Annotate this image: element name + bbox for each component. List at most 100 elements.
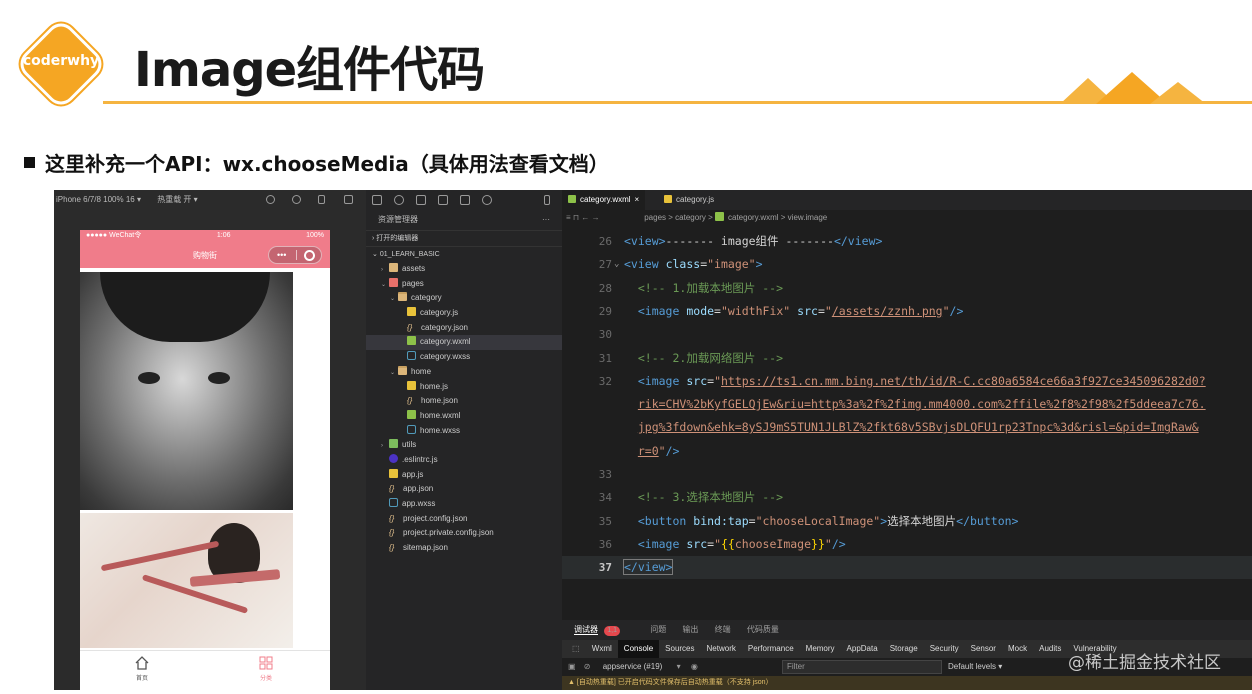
code-line[interactable]: 34 <!-- 3.选择本地图片 -->: [562, 486, 1252, 509]
explorer-title-label: 资源管理器: [378, 215, 418, 224]
code-line[interactable]: 29 <image mode="widthFix" src="/assets/z…: [562, 300, 1252, 323]
extensions-icon[interactable]: [438, 195, 448, 205]
tree-item-label: home.json: [421, 396, 458, 406]
more-dots-icon[interactable]: •••: [277, 247, 286, 263]
tree-item[interactable]: {} project.config.json: [366, 512, 562, 527]
devtools-tab[interactable]: Security: [924, 640, 965, 658]
tree-item[interactable]: ⌄ category: [366, 291, 562, 306]
code-editor: category.wxml × category.js ≡ ⊓ ← → pages…: [562, 190, 1252, 620]
photo-hair: [100, 272, 270, 342]
crumb-category[interactable]: category: [675, 213, 706, 222]
search-icon[interactable]: [394, 195, 404, 205]
record-icon[interactable]: [266, 195, 275, 204]
tree-item[interactable]: {} app.json: [366, 482, 562, 497]
debug-icon[interactable]: [460, 195, 470, 205]
tree-item[interactable]: › utils: [366, 438, 562, 453]
tree-item[interactable]: {} home.json: [366, 394, 562, 409]
levels-select[interactable]: Default levels ▾: [948, 658, 1002, 676]
devtools-tab[interactable]: Memory: [800, 640, 841, 658]
devtools-header: 调试器 1,1 问题 输出 终端 代码质量: [562, 620, 1252, 640]
quality-tab[interactable]: 代码质量: [747, 625, 779, 634]
code-line[interactable]: jpg%3fdown&ehk=8ySJ9mS5TUN1JLBlZ%2fkt68v…: [562, 416, 1252, 439]
tree-item[interactable]: {} category.json: [366, 321, 562, 336]
code-line[interactable]: 37 </view>: [562, 556, 1252, 580]
devtools-tab[interactable]: Sensor: [965, 640, 1002, 658]
code-line[interactable]: r=0"/>: [562, 440, 1252, 463]
phone-icon[interactable]: [318, 195, 325, 204]
terminal-tab[interactable]: 终端: [715, 625, 731, 634]
context-select[interactable]: appservice (#19): [603, 662, 663, 671]
open-editors-section[interactable]: › 打开的编辑器: [366, 230, 562, 246]
code-line[interactable]: 27 ⌄ <view class="image">: [562, 253, 1252, 276]
tree-item[interactable]: app.wxss: [366, 497, 562, 512]
tree-item-label: category.wxml: [420, 337, 471, 347]
tab-home[interactable]: 首页: [112, 655, 172, 682]
fold-icon[interactable]: ⌄: [614, 253, 619, 276]
debugger-tab[interactable]: 调试器: [574, 625, 598, 635]
devtools-tab[interactable]: Mock: [1002, 640, 1033, 658]
breadcrumb-nav-icons[interactable]: ≡ ⊓ ← →: [566, 210, 642, 226]
window-icon[interactable]: [344, 195, 353, 204]
tree-item[interactable]: › assets: [366, 262, 562, 277]
devtools-tab[interactable]: Performance: [742, 640, 800, 658]
devtools-tab[interactable]: AppData: [841, 640, 884, 658]
code-line[interactable]: 35 <button bind:tap="chooseLocalImage">选…: [562, 510, 1252, 533]
files-icon[interactable]: [372, 195, 382, 205]
crumb-file[interactable]: category.wxml: [728, 213, 779, 222]
devtools-tab[interactable]: Network: [701, 640, 742, 658]
tree-item[interactable]: category.wxml: [366, 335, 562, 351]
devtools-tab[interactable]: Storage: [884, 640, 924, 658]
devtools-tab[interactable]: Wxml: [586, 640, 618, 658]
tree-item[interactable]: ⌄ home: [366, 365, 562, 380]
problems-tab[interactable]: 问题: [650, 625, 666, 634]
clear-console-icon[interactable]: ⊘: [584, 662, 591, 671]
code-line[interactable]: 31 <!-- 2.加载网络图片 -->: [562, 347, 1252, 370]
tree-item[interactable]: home.wxml: [366, 409, 562, 424]
context-caret-icon: ▾: [676, 662, 681, 671]
eye-icon[interactable]: ◉: [691, 662, 698, 671]
stop-icon[interactable]: [292, 195, 301, 204]
source-control-icon[interactable]: [416, 195, 426, 205]
line-number: 26: [598, 235, 612, 248]
tree-item[interactable]: {} project.private.config.json: [366, 526, 562, 541]
crumb-pages[interactable]: pages: [644, 213, 666, 222]
output-tab[interactable]: 输出: [682, 625, 698, 634]
tab-category[interactable]: 分类: [236, 655, 296, 682]
console-sidebar-icon[interactable]: ▣: [568, 662, 576, 671]
close-tab-icon[interactable]: ×: [635, 195, 640, 204]
tree-item[interactable]: home.wxss: [366, 424, 562, 439]
code-text: <button bind:tap="chooseLocalImage">选择本地…: [637, 513, 1019, 528]
devtools-tab[interactable]: Console: [617, 640, 660, 658]
wechat-capsule[interactable]: •••: [268, 246, 322, 264]
project-section[interactable]: ⌄ 01_LEARN_BASIC: [366, 246, 562, 262]
tree-item-label: project.private.config.json: [403, 528, 494, 538]
code-line[interactable]: 26 <view>------- image组件 -------</view>: [562, 230, 1252, 253]
tree-item[interactable]: category.js: [366, 306, 562, 321]
code-line[interactable]: 36 <image src="{{chooseImage}}"/>: [562, 533, 1252, 556]
tree-item[interactable]: ⌄ pages: [366, 277, 562, 292]
inspect-icon[interactable]: ⬚: [568, 640, 584, 658]
devtools-tab[interactable]: Audits: [1033, 640, 1067, 658]
code-line[interactable]: rik=CHV%2bKyfGELQjEw&riu=http%3a%2f%2fim…: [562, 393, 1252, 416]
tree-item[interactable]: home.js: [366, 380, 562, 395]
more-actions-icon[interactable]: ···: [542, 210, 550, 230]
collapse-panel-icon[interactable]: [544, 195, 550, 205]
cloud-icon[interactable]: [482, 195, 492, 205]
code-line[interactable]: 30: [562, 323, 1252, 346]
hotreload-toggle[interactable]: 热重载 开 ▾: [157, 195, 197, 204]
code-line[interactable]: 33: [562, 463, 1252, 486]
tree-item[interactable]: .eslintrc.js: [366, 453, 562, 468]
tab-category-js[interactable]: category.js: [658, 190, 720, 210]
tab-category-wxml[interactable]: category.wxml ×: [562, 190, 646, 210]
tree-item[interactable]: app.js: [366, 468, 562, 483]
json-file-icon: {}: [389, 543, 395, 553]
tree-item[interactable]: {} sitemap.json: [366, 541, 562, 556]
close-target-icon[interactable]: [304, 250, 315, 261]
device-select[interactable]: iPhone 6/7/8 100% 16 ▾: [56, 195, 141, 204]
devtools-tab[interactable]: Sources: [659, 640, 700, 658]
console-filter-input[interactable]: Filter: [782, 660, 942, 674]
tree-item[interactable]: category.wxss: [366, 350, 562, 365]
code-line[interactable]: 28 <!-- 1.加载本地图片 -->: [562, 277, 1252, 300]
crumb-node[interactable]: view.image: [788, 213, 828, 222]
code-line[interactable]: 32 <image src="https://ts1.cn.mm.bing.ne…: [562, 370, 1252, 393]
